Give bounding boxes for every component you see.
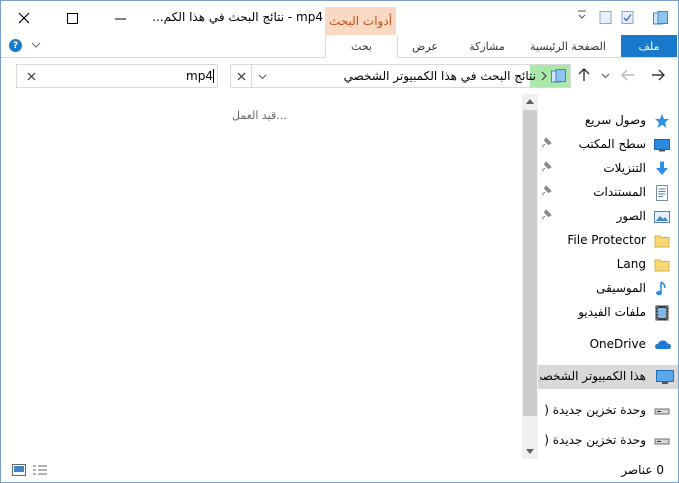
item-count: 0 عناصر: [621, 463, 664, 477]
nav-item-drive-1[interactable]: وحدة تخزين جديدة (: [538, 399, 678, 423]
ribbon-tabs: ملف الصفحة الرئيسية مشاركة عرض بحث: [1, 35, 678, 58]
pictures-icon: [654, 209, 670, 225]
address-path[interactable]: نتائج البحث في هذا الكمبيوتر الشخصي: [344, 65, 536, 87]
nav-item-label: وصول سريع: [584, 113, 646, 127]
pin-icon: [540, 137, 552, 149]
cloud-icon: [654, 337, 672, 353]
search-box[interactable]: mp4: [16, 64, 218, 88]
computer-icon: [656, 369, 674, 385]
video-icon: [654, 305, 670, 321]
scroll-down-button[interactable]: [522, 444, 538, 459]
nav-item-documents[interactable]: المستندات: [538, 181, 678, 205]
minimize-button[interactable]: [97, 1, 143, 35]
close-icon: [237, 72, 245, 80]
folder-icon: [654, 233, 670, 249]
minimize-icon: [114, 18, 126, 19]
nav-item-label: Lang: [616, 257, 646, 271]
star-icon: [654, 113, 670, 129]
context-tab-search-tools[interactable]: أدوات البحث: [325, 7, 396, 35]
nav-item-label: الصور: [616, 209, 646, 223]
music-icon: [654, 281, 670, 297]
chevron-down-icon: [258, 74, 266, 79]
address-dropdown-button[interactable]: [253, 65, 271, 87]
up-button[interactable]: [574, 67, 594, 83]
nav-item-pictures[interactable]: الصور: [538, 205, 678, 229]
download-icon: [654, 161, 670, 177]
details-view-icon[interactable]: [33, 464, 47, 476]
nav-item-label: المستندات: [593, 185, 646, 199]
nav-item-file-protector[interactable]: File Protector: [538, 229, 678, 253]
nav-item-drive-2[interactable]: وحدة تخزين جديدة (: [538, 429, 678, 453]
nav-item-desktop[interactable]: سطح المكتب: [538, 133, 678, 157]
forward-button[interactable]: [618, 67, 638, 83]
navigation-row: نتائج البحث في هذا الكمبيوتر الشخصي mp4: [1, 57, 678, 93]
up-arrow-icon: [578, 68, 590, 81]
maximize-button[interactable]: [49, 1, 95, 35]
scroll-up-button[interactable]: [522, 94, 538, 109]
large-icons-view-icon[interactable]: [12, 464, 26, 476]
nav-item-music[interactable]: الموسيقى: [538, 277, 678, 301]
folder-icon: [654, 257, 670, 273]
nav-item-videos[interactable]: ملفات الفيديو: [538, 301, 678, 325]
tab-file[interactable]: ملف: [621, 35, 677, 57]
title-bar: mp4 - نتائج البحث في هذا الكم... أدوات ا…: [1, 1, 678, 35]
quick-access-dropdown-icon[interactable]: [576, 10, 588, 23]
nav-item-label: File Protector: [567, 233, 646, 247]
pin-icon: [540, 185, 552, 197]
search-results-icon: [551, 69, 566, 83]
search-input[interactable]: mp4: [186, 65, 213, 87]
pin-icon: [540, 161, 552, 173]
nav-item-label: ملفات الفيديو: [578, 305, 646, 319]
close-icon: [27, 72, 35, 80]
close-button[interactable]: [1, 1, 47, 35]
address-bar[interactable]: نتائج البحث في هذا الكمبيوتر الشخصي: [230, 64, 571, 88]
nav-item-label: التنزيلات: [603, 161, 646, 175]
chevron-up-icon: [526, 99, 534, 104]
scroll-thumb[interactable]: [523, 110, 537, 416]
nav-item-label: الموسيقى: [596, 281, 646, 295]
nav-item-label: هذا الكمبيوتر الشخصي: [540, 369, 646, 383]
text-cursor: [213, 69, 214, 83]
forward-arrow-icon: [621, 69, 634, 81]
nav-item-label: سطح المكتب: [578, 137, 646, 151]
desktop-icon: [654, 137, 670, 153]
pin-icon: [540, 209, 552, 221]
explorer-app-icon: [653, 11, 668, 25]
checkmark-icon[interactable]: [621, 11, 634, 24]
documents-icon: [654, 185, 670, 201]
breadcrumb-chevron-icon[interactable]: [540, 70, 548, 82]
nav-item-label: وحدة تخزين جديدة (: [544, 403, 646, 417]
nav-item-label: وحدة تخزين جديدة (: [544, 433, 646, 447]
nav-item-downloads[interactable]: التنزيلات: [538, 157, 678, 181]
stop-search-button[interactable]: [231, 65, 252, 87]
properties-icon[interactable]: [599, 11, 612, 24]
working-status-text: قيد العمل...: [232, 109, 287, 122]
tab-view[interactable]: عرض: [403, 35, 447, 57]
navigation-pane: وصول سريع سطح المكتب التنزيلات المستندات: [538, 94, 678, 456]
nav-item-lang[interactable]: Lang: [538, 253, 678, 277]
back-arrow-icon: [652, 69, 665, 81]
nav-item-quick-access[interactable]: وصول سريع: [538, 109, 678, 133]
drive-icon: [654, 433, 670, 449]
explorer-window: mp4 - نتائج البحث في هذا الكم... أدوات ا…: [0, 0, 679, 483]
tab-search[interactable]: بحث: [325, 35, 398, 58]
recent-locations-button[interactable]: [598, 67, 612, 83]
maximize-icon: [66, 12, 78, 24]
drive-icon: [654, 403, 670, 419]
window-title: mp4 - نتائج البحث في هذا الكم...: [152, 10, 323, 24]
nav-item-label: OneDrive: [589, 337, 646, 351]
tab-home[interactable]: الصفحة الرئيسية: [521, 35, 615, 57]
nav-item-this-pc[interactable]: هذا الكمبيوتر الشخصي: [538, 365, 678, 389]
status-bar: 0 عناصر: [1, 459, 678, 482]
nav-pane-scrollbar[interactable]: [522, 94, 538, 459]
tab-share[interactable]: مشاركة: [461, 35, 513, 57]
chevron-down-icon: [601, 73, 609, 78]
results-pane[interactable]: قيد العمل...: [1, 93, 521, 457]
clear-search-button[interactable]: [21, 65, 41, 87]
nav-item-onedrive[interactable]: OneDrive: [538, 333, 678, 357]
chevron-down-icon: [526, 449, 534, 454]
close-icon: [18, 12, 30, 24]
back-button[interactable]: [648, 67, 668, 83]
